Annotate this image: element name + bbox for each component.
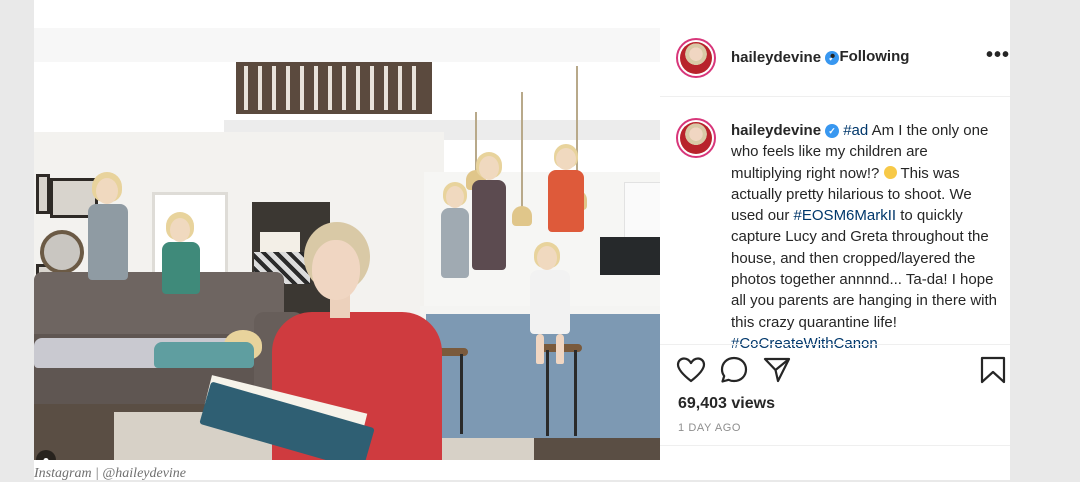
- post-side-panel: haileydevine ✓ • Following ••• haileydevi…: [660, 28, 1010, 460]
- microwave: [600, 237, 660, 275]
- following-button[interactable]: • Following: [830, 48, 909, 65]
- pendant-cord: [521, 92, 523, 210]
- balcony-railing: [236, 62, 432, 114]
- share-icon[interactable]: [762, 355, 792, 385]
- heart-icon[interactable]: [676, 355, 706, 385]
- post-photo[interactable]: ●: [34, 28, 660, 460]
- avatar[interactable]: [676, 38, 716, 78]
- header-username[interactable]: haileydevine: [731, 49, 821, 66]
- stool-leg: [546, 350, 549, 436]
- view-count[interactable]: 69,403 views: [678, 395, 775, 413]
- post-header: haileydevine ✓ • Following •••: [660, 28, 1010, 97]
- hashtag-camera[interactable]: #EOSM6MarkII: [794, 207, 897, 224]
- round-mirror: [40, 230, 84, 274]
- bookmark-icon[interactable]: [978, 355, 1008, 385]
- post-caption: haileydevine ✓ #ad Am I the only one who …: [731, 120, 1001, 354]
- post-actions: 69,403 views 1 DAY AGO: [660, 344, 1010, 461]
- hashtag-ad[interactable]: #ad: [843, 122, 868, 139]
- verified-badge-icon: ✓: [825, 124, 840, 138]
- caption-text: to quickly capture Lucy and Greta throug…: [731, 207, 998, 331]
- post-timestamp[interactable]: 1 DAY AGO: [678, 422, 741, 434]
- header-username-link[interactable]: haileydevine ✓: [731, 49, 840, 66]
- woman-face: [312, 240, 360, 300]
- more-options-icon[interactable]: •••: [986, 44, 1010, 67]
- laughing-emoji-icon: [883, 165, 897, 179]
- caption-avatar[interactable]: [676, 118, 716, 158]
- following-label[interactable]: Following: [839, 48, 909, 65]
- stool-leg: [574, 350, 577, 436]
- wall-frame: [36, 174, 50, 214]
- photo-scene: ●: [34, 62, 660, 460]
- comment-bar: [660, 445, 1010, 462]
- comment-icon[interactable]: [719, 355, 749, 385]
- separator-dot: •: [830, 48, 836, 65]
- caption-username[interactable]: haileydevine: [731, 122, 821, 139]
- pendant-light: [512, 206, 532, 226]
- stool-leg: [460, 354, 463, 434]
